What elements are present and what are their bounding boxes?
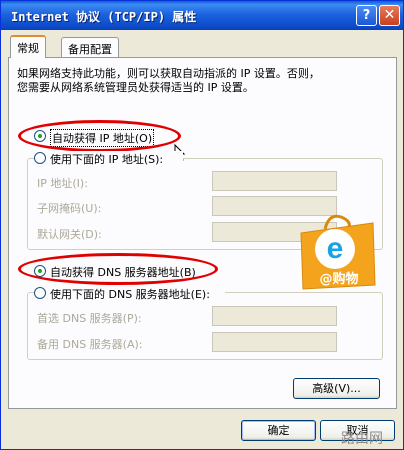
window-title: Internet 协议 (TCP/IP) 属性 — [11, 10, 197, 24]
highlight-ellipse-ip — [18, 120, 181, 152]
watermark-text: 路由网 — [341, 431, 383, 447]
logo-text: @购物 — [319, 271, 358, 287]
manual-ip-label: 使用下面的 IP 地址(S): — [50, 153, 164, 166]
subnet-mask-label: 子网掩码(U): — [37, 202, 102, 215]
manual-dns-radio[interactable]: 使用下面的 DNS 服务器地址(E): — [34, 286, 225, 301]
advanced-button[interactable]: 高级(V)... — [293, 378, 380, 399]
tab-alternate-configuration[interactable]: 备用配置 — [61, 37, 119, 57]
preferred-dns-input[interactable] — [212, 306, 337, 326]
manual-ip-radio[interactable]: 使用下面的 IP 地址(S): — [34, 151, 183, 166]
ip-address-label: IP 地址(I): — [37, 177, 88, 190]
radio-unselected-icon — [34, 152, 46, 164]
logo-letter: e — [327, 232, 344, 265]
help-button[interactable]: ? — [356, 5, 377, 26]
alternate-dns-label: 备用 DNS 服务器(A): — [37, 338, 143, 351]
e-shopping-logo-icon: e @购物 — [300, 214, 376, 290]
close-button[interactable]: ✕ — [379, 5, 400, 26]
description-line-2: 您需要从网络系统管理员处获得适当的 IP 设置。 — [17, 81, 254, 94]
description-text: 如果网络支持此功能，则可以获取自动指派的 IP 设置。否则， 您需要从网络系统管… — [17, 67, 387, 95]
ok-button[interactable]: 确定 — [241, 420, 316, 441]
alternate-dns-input[interactable] — [212, 332, 337, 352]
ip-address-input[interactable] — [212, 171, 337, 191]
tcpip-properties-dialog: Internet 协议 (TCP/IP) 属性 ? ✕ 常规 备用配置 如果网络… — [0, 0, 404, 450]
description-line-1: 如果网络支持此功能，则可以获取自动指派的 IP 设置。否则， — [17, 67, 320, 80]
highlight-ellipse-dns — [18, 253, 218, 285]
title-bar[interactable]: Internet 协议 (TCP/IP) 属性 ? ✕ — [1, 1, 403, 30]
tab-general[interactable]: 常规 — [10, 35, 46, 58]
radio-unselected-icon — [34, 287, 46, 299]
default-gateway-label: 默认网关(D): — [37, 228, 102, 241]
manual-dns-label: 使用下面的 DNS 服务器地址(E): — [50, 288, 210, 301]
preferred-dns-label: 首选 DNS 服务器(P): — [37, 312, 142, 325]
